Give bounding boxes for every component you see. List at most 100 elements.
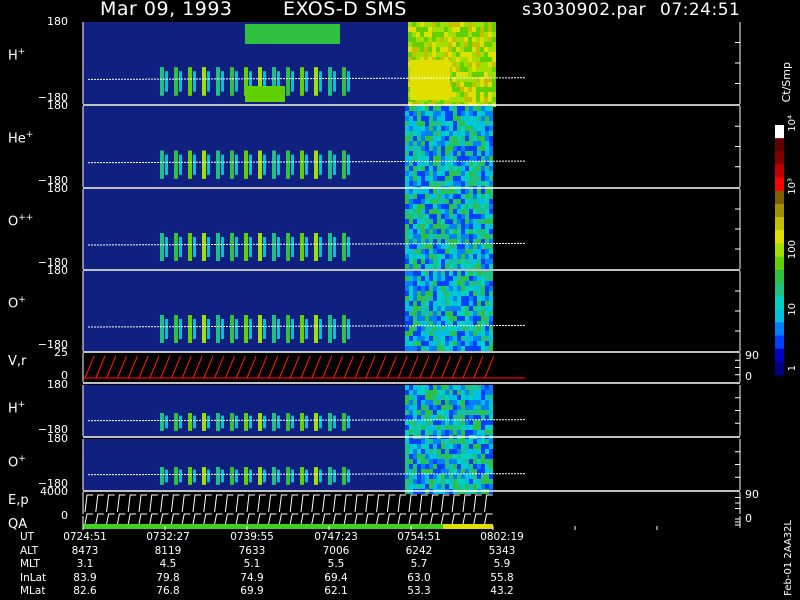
table-cell: 63.0 xyxy=(407,571,431,584)
spin-feature xyxy=(221,415,224,429)
flux-cell xyxy=(441,136,445,141)
flux-cell xyxy=(445,390,449,395)
flux-cell xyxy=(465,171,469,176)
table-cell: 5343 xyxy=(488,544,516,557)
flux-cell xyxy=(433,254,437,259)
flux-cell xyxy=(469,311,473,316)
flux-cell xyxy=(485,326,489,331)
panel-label-sup: + xyxy=(18,454,26,465)
flux-cell xyxy=(485,474,489,479)
flux-cell xyxy=(457,311,461,316)
flux-cell xyxy=(437,405,441,410)
qa-sweep xyxy=(451,513,461,525)
ep-sweep xyxy=(235,494,245,513)
flux-cell xyxy=(485,111,489,116)
colorbar-segment xyxy=(775,282,784,297)
spin-feature xyxy=(244,413,248,431)
flux-cell xyxy=(453,444,457,449)
flux-cell xyxy=(464,67,468,72)
flux-cell xyxy=(469,271,473,276)
flux-cell xyxy=(417,111,421,116)
flux-cell xyxy=(481,244,485,249)
flux-cell xyxy=(485,469,489,474)
spin-feature xyxy=(244,150,248,179)
flux-cell xyxy=(449,415,453,420)
flux-cell xyxy=(425,321,429,326)
flux-cell xyxy=(417,181,421,186)
spin-feature xyxy=(174,315,178,343)
flux-cell xyxy=(433,346,437,351)
flux-cell xyxy=(409,204,413,209)
flux-cell xyxy=(489,126,493,131)
table-row-header: InLat xyxy=(20,571,47,584)
panel-tick-top: 180 xyxy=(47,182,68,195)
flux-cell xyxy=(481,151,485,156)
flux-cell xyxy=(441,306,445,311)
flux-cell xyxy=(405,316,409,321)
flux-cell xyxy=(457,224,461,229)
flux-cell xyxy=(489,234,493,239)
flux-cell xyxy=(481,420,485,425)
flux-cell xyxy=(473,454,477,459)
flux-cell xyxy=(461,341,465,346)
spin-feature xyxy=(230,150,234,179)
flux-cell xyxy=(480,22,484,27)
ep-sweep xyxy=(440,494,450,513)
flux-cell xyxy=(449,331,453,336)
flux-cell xyxy=(417,301,421,306)
flux-cell xyxy=(437,106,441,111)
flux-cell xyxy=(449,181,453,186)
flux-cell xyxy=(437,199,441,204)
flux-cell xyxy=(405,171,409,176)
flux-cell xyxy=(449,311,453,316)
flux-cell xyxy=(421,336,425,341)
spin-feature xyxy=(291,469,294,483)
flux-cell xyxy=(421,136,425,141)
flux-cell xyxy=(433,121,437,126)
flux-cell xyxy=(413,204,417,209)
spin-feature xyxy=(179,237,182,257)
flux-cell xyxy=(449,126,453,131)
flux-cell xyxy=(481,311,485,316)
flux-cell xyxy=(433,454,437,459)
flux-cell xyxy=(449,479,453,484)
flux-cell xyxy=(477,276,481,281)
flux-cell xyxy=(452,67,456,72)
flux-cell xyxy=(489,326,493,331)
flux-cell xyxy=(417,341,421,346)
flux-cell xyxy=(465,234,469,239)
flux-cell xyxy=(472,57,476,62)
flux-cell xyxy=(481,385,485,390)
flux-cell xyxy=(405,141,409,146)
spin-feature xyxy=(277,415,280,429)
flux-cell xyxy=(473,151,477,156)
flux-cell xyxy=(429,306,433,311)
flux-cell xyxy=(465,301,469,306)
spectrogram-plot xyxy=(82,22,784,530)
qa-sweep xyxy=(386,513,396,525)
flux-cell xyxy=(469,326,473,331)
colorbar-unit: Ct/Smp xyxy=(780,62,793,103)
flux-cell xyxy=(489,244,493,249)
flux-cell xyxy=(457,166,461,171)
flux-cell xyxy=(405,151,409,156)
flux-cell xyxy=(477,151,481,156)
flux-cell xyxy=(409,146,413,151)
flux-cell xyxy=(417,336,421,341)
flux-cell xyxy=(437,400,441,405)
flux-cell xyxy=(469,111,473,116)
flux-cell xyxy=(477,271,481,276)
flux-cell xyxy=(445,199,449,204)
flux-cell xyxy=(460,27,464,32)
flux-cell xyxy=(489,281,493,286)
flux-cell xyxy=(425,136,429,141)
flux-cell xyxy=(484,37,488,42)
flux-cell xyxy=(445,264,449,269)
flux-cell xyxy=(437,459,441,464)
spin-feature xyxy=(342,315,346,343)
flux-cell xyxy=(417,306,421,311)
flux-cell xyxy=(480,62,484,67)
flux-cell xyxy=(405,410,409,415)
flux-cell xyxy=(453,204,457,209)
flux-cell xyxy=(488,57,492,62)
